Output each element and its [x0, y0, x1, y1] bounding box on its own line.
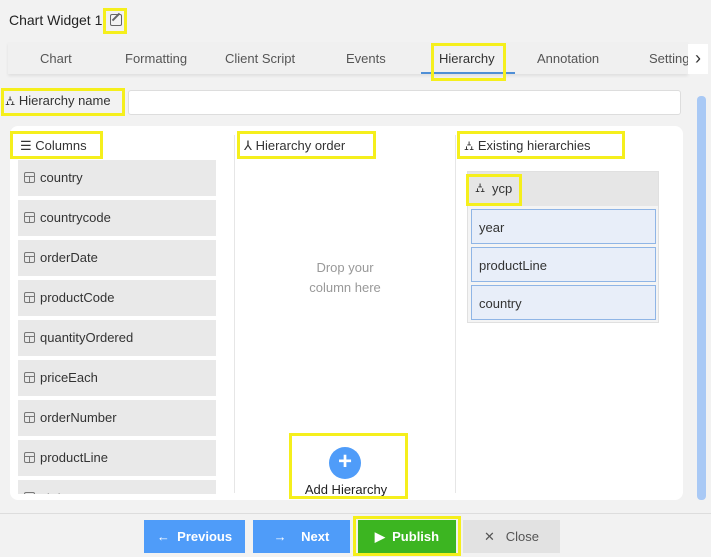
table-icon: [24, 292, 35, 303]
table-icon: [24, 332, 35, 343]
tab-hierarchy[interactable]: Hierarchy: [439, 51, 495, 66]
table-icon: [24, 252, 35, 263]
plus-icon[interactable]: +: [329, 447, 361, 479]
column-item[interactable]: orderDate: [18, 240, 216, 276]
column-label: status: [40, 490, 75, 494]
active-tab-indicator: [421, 72, 515, 74]
next-button[interactable]: → Next: [253, 520, 350, 553]
sitemap-icon: ⛼: [464, 138, 475, 153]
table-icon: [24, 452, 35, 463]
scrollbar[interactable]: [697, 96, 706, 500]
existing-hierarchies-header: ⛼ Existing hierarchies: [464, 138, 591, 153]
drop-zone[interactable]: Drop your column here: [290, 258, 400, 298]
column-item[interactable]: priceEach: [18, 360, 216, 396]
column-label: country: [40, 170, 83, 185]
column-item[interactable]: productLine: [18, 440, 216, 476]
hierarchy-level[interactable]: productLine: [471, 247, 656, 282]
tab-settings[interactable]: Settings: [649, 51, 688, 66]
hierarchy-name[interactable]: ycp: [468, 172, 658, 206]
column-label: productCode: [40, 290, 115, 305]
table-icon: [24, 172, 35, 183]
divider: [455, 135, 456, 493]
play-icon: ▶: [374, 529, 385, 544]
tab-events[interactable]: Events: [346, 51, 386, 66]
column-label: countrycode: [40, 210, 111, 225]
arrow-left-icon: ←: [156, 529, 170, 544]
hierarchy-level[interactable]: year: [471, 209, 656, 244]
columns-list: country countrycode orderDate productCode qu…: [0, 0, 240, 494]
arrow-right-icon: →: [273, 529, 287, 544]
column-item[interactable]: orderNumber: [18, 400, 216, 436]
chevron-right-icon[interactable]: ›: [688, 44, 708, 74]
column-label: priceEach: [40, 370, 98, 385]
fork-icon: ⅄: [244, 138, 252, 153]
footer-divider: [0, 513, 711, 514]
column-label: quantityOrdered: [40, 330, 134, 345]
existing-hierarchy-card[interactable]: ycp ⛼ year productLine country: [467, 171, 659, 323]
table-icon: [24, 492, 35, 494]
tab-annotation[interactable]: Annotation: [537, 51, 599, 66]
publish-button[interactable]: ▶ Publish: [358, 520, 456, 553]
column-item[interactable]: status: [18, 480, 216, 494]
table-icon: [24, 212, 35, 223]
column-label: productLine: [40, 450, 108, 465]
column-item[interactable]: country: [18, 160, 216, 196]
table-icon: [24, 372, 35, 383]
hierarchy-order-header: ⅄ Hierarchy order: [244, 138, 346, 153]
add-hierarchy-label[interactable]: Add Hierarchy: [296, 482, 396, 497]
close-icon: ✕: [484, 529, 495, 544]
column-label: orderDate: [40, 250, 98, 265]
column-item[interactable]: countrycode: [18, 200, 216, 236]
table-icon: [24, 412, 35, 423]
column-label: orderNumber: [40, 410, 117, 425]
previous-button[interactable]: ← Previous: [144, 520, 245, 553]
column-item[interactable]: quantityOrdered: [18, 320, 216, 356]
close-button[interactable]: ✕ Close: [463, 520, 560, 553]
hierarchy-level[interactable]: country: [471, 285, 656, 320]
sitemap-icon: ⛼: [475, 180, 486, 195]
column-item[interactable]: productCode: [18, 280, 216, 316]
